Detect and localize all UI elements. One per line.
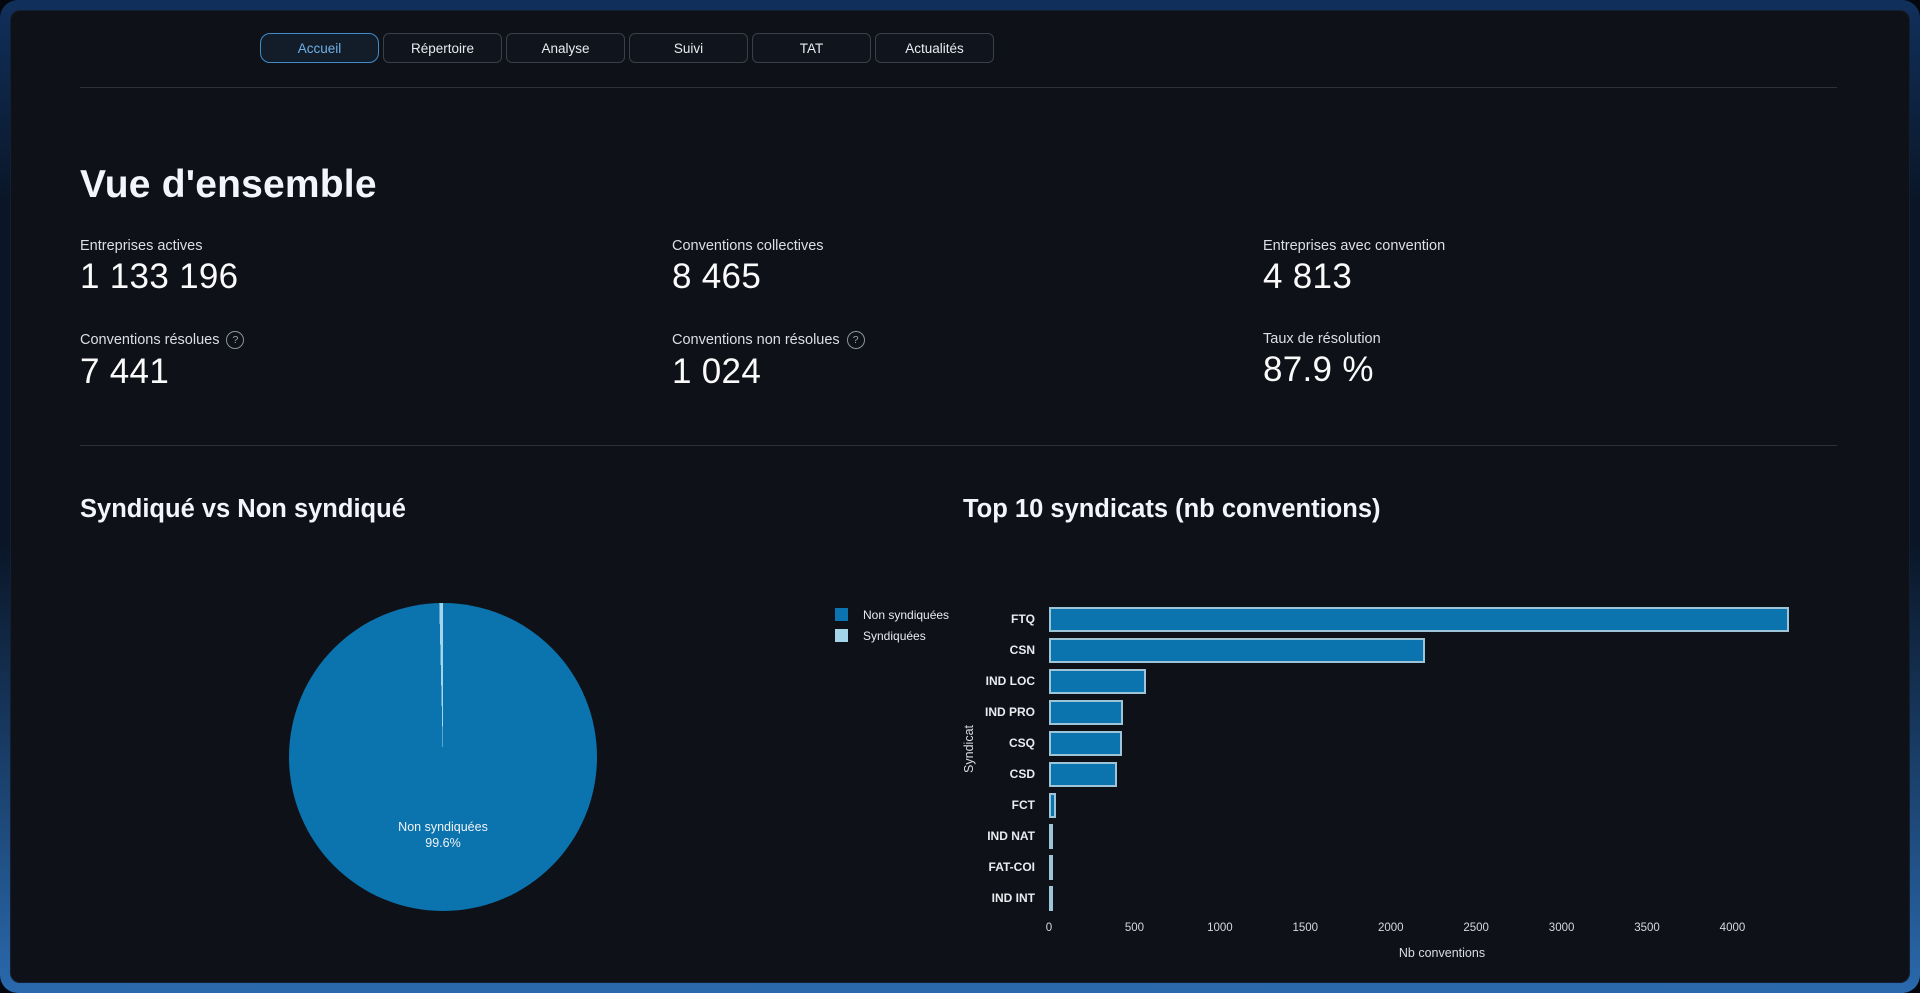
- bar-category-label-ftq: FTQ: [880, 612, 1035, 626]
- metric-value: 4 813: [1263, 257, 1445, 297]
- bar-ind-nat: [1049, 824, 1053, 849]
- legend-swatch: [835, 629, 848, 642]
- metric-taux-de-resolution: Taux de résolution 87.9 %: [1263, 331, 1381, 390]
- tab-bar: AccueilRépertoireAnalyseSuiviTATActualit…: [260, 33, 994, 63]
- x-axis-tick-0: 0: [1019, 922, 1079, 934]
- metric-label: Entreprises actives: [80, 238, 238, 254]
- bar-category-label-fat-coi: FAT-COI: [880, 860, 1035, 874]
- page-title: Vue d'ensemble: [80, 163, 377, 207]
- x-axis-tick-3500: 3500: [1617, 922, 1677, 934]
- bar-category-label-ind-int: IND INT: [880, 891, 1035, 905]
- metric-value: 7 441: [80, 352, 244, 392]
- tab-tat[interactable]: TAT: [752, 33, 871, 63]
- metric-label-text: Entreprises avec convention: [1263, 238, 1445, 254]
- bar-ind-int: [1049, 886, 1053, 911]
- pie-slice-label: Non syndiquées 99.6%: [289, 819, 597, 852]
- metric-conventions-resolues: Conventions résolues? 7 441: [80, 331, 244, 392]
- metric-label-text: Taux de résolution: [1263, 331, 1381, 347]
- bar-fat-coi: [1049, 855, 1053, 880]
- metric-label-text: Conventions résolues: [80, 332, 219, 348]
- metric-label-text: Conventions collectives: [672, 238, 824, 254]
- tab-actualites[interactable]: Actualités: [875, 33, 994, 63]
- x-axis-tick-2000: 2000: [1361, 922, 1421, 934]
- metric-entreprises-avec-convention: Entreprises avec convention 4 813: [1263, 238, 1445, 297]
- tab-analyse[interactable]: Analyse: [506, 33, 625, 63]
- tab-accueil[interactable]: Accueil: [260, 33, 379, 63]
- bar-ind-loc: [1049, 669, 1146, 694]
- metric-conventions-non-resolues: Conventions non résolues? 1 024: [672, 331, 865, 392]
- metric-label: Taux de résolution: [1263, 331, 1381, 347]
- x-axis-tick-3000: 3000: [1532, 922, 1592, 934]
- bar-category-label-fct: FCT: [880, 798, 1035, 812]
- x-axis-tick-2500: 2500: [1446, 922, 1506, 934]
- tab-repertoire[interactable]: Répertoire: [383, 33, 502, 63]
- x-axis-tick-1000: 1000: [1190, 922, 1250, 934]
- metric-label-text: Entreprises actives: [80, 238, 203, 254]
- bar-csq: [1049, 731, 1122, 756]
- dashboard: AccueilRépertoireAnalyseSuiviTATActualit…: [0, 0, 1920, 993]
- metric-value: 8 465: [672, 257, 824, 297]
- bar-ind-pro: [1049, 700, 1123, 725]
- bar-category-label-csd: CSD: [880, 767, 1035, 781]
- divider-top: [80, 87, 1837, 88]
- pie-chart-title: Syndiqué vs Non syndiqué: [80, 495, 406, 524]
- metric-conventions-collectives: Conventions collectives 8 465: [672, 238, 824, 297]
- metric-entreprises-actives: Entreprises actives 1 133 196: [80, 238, 238, 297]
- x-axis-tick-1500: 1500: [1275, 922, 1335, 934]
- metric-label: Conventions collectives: [672, 238, 824, 254]
- x-axis-tick-500: 500: [1104, 922, 1164, 934]
- bar-category-label-csn: CSN: [880, 643, 1035, 657]
- x-axis-tick-4000: 4000: [1702, 922, 1762, 934]
- metric-value: 87.9 %: [1263, 350, 1381, 390]
- bar-csd: [1049, 762, 1117, 787]
- help-icon[interactable]: ?: [847, 331, 865, 349]
- bar-chart-title: Top 10 syndicats (nb conventions): [963, 495, 1381, 524]
- legend-swatch: [835, 608, 848, 621]
- bar-category-label-ind-nat: IND NAT: [880, 829, 1035, 843]
- bar-category-label-ind-pro: IND PRO: [880, 705, 1035, 719]
- metric-label-text: Conventions non résolues: [672, 332, 840, 348]
- bar-category-label-csq: CSQ: [880, 736, 1035, 750]
- tab-suivi[interactable]: Suivi: [629, 33, 748, 63]
- bar-ftq: [1049, 607, 1789, 632]
- legend-label: Syndiquées: [863, 629, 926, 643]
- metric-value: 1 133 196: [80, 257, 238, 297]
- pie-slice-percent: 99.6%: [289, 835, 597, 851]
- metric-label: Entreprises avec convention: [1263, 238, 1445, 254]
- metric-label: Conventions non résolues?: [672, 331, 865, 349]
- divider-middle: [80, 445, 1837, 446]
- bar-csn: [1049, 638, 1425, 663]
- bar-fct: [1049, 793, 1056, 818]
- metric-label: Conventions résolues?: [80, 331, 244, 349]
- metric-value: 1 024: [672, 352, 865, 392]
- pie-chart: Non syndiquées 99.6%: [289, 603, 597, 911]
- pie-slice-name: Non syndiquées: [289, 819, 597, 835]
- bar-category-label-ind-loc: IND LOC: [880, 674, 1035, 688]
- bar-chart-x-axis-label: Nb conventions: [1049, 946, 1835, 960]
- help-icon[interactable]: ?: [226, 331, 244, 349]
